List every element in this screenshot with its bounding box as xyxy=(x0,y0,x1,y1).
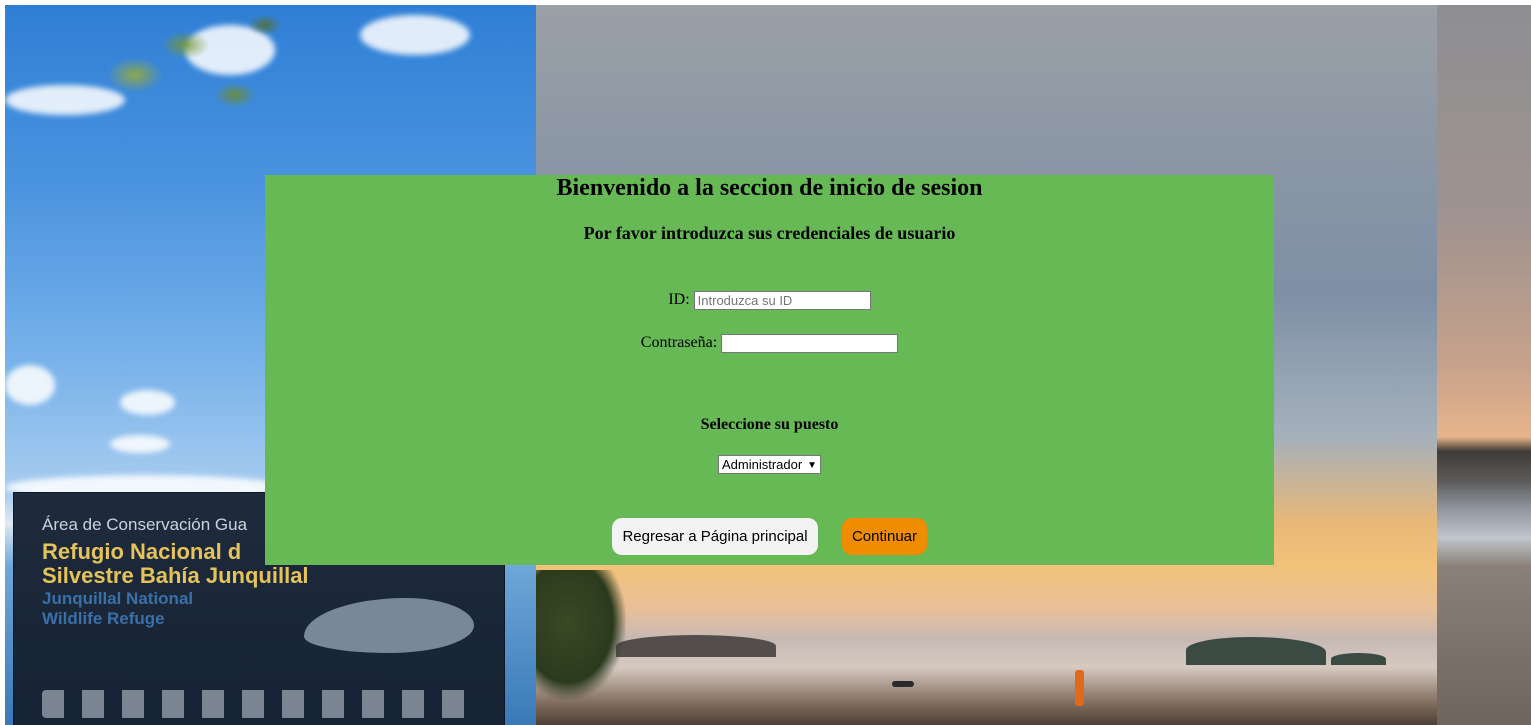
id-input[interactable] xyxy=(693,291,871,310)
person-silhouette xyxy=(1075,670,1084,706)
tree-silhouette xyxy=(536,570,626,700)
island-silhouette xyxy=(1186,637,1326,665)
sign-text-line1: Área de Conservación Gua xyxy=(42,515,248,534)
sign-text-line5: Wildlife Refuge xyxy=(42,609,165,628)
password-row: Contraseña: xyxy=(265,334,1274,353)
sign-text-line2: Refugio Nacional d xyxy=(42,539,242,564)
role-select[interactable]: Administrador ▼ xyxy=(718,455,821,474)
role-select-value: Administrador xyxy=(722,457,803,472)
password-input[interactable] xyxy=(721,334,899,353)
tree-branch-decoration xyxy=(75,5,305,155)
background-photo-right xyxy=(1437,5,1531,725)
id-row: ID: xyxy=(265,291,1274,310)
island-silhouette xyxy=(616,635,776,657)
login-form: Bienvenido a la seccion de inicio de ses… xyxy=(265,175,1274,565)
sign-text-line4: Junquillal National xyxy=(42,589,194,608)
island-silhouette xyxy=(1331,653,1386,665)
id-label: ID: xyxy=(668,291,690,309)
sign-logos xyxy=(42,690,482,718)
continue-button[interactable]: Continuar xyxy=(842,518,927,555)
page-subtitle: Por favor introduzca sus credenciales de… xyxy=(583,223,956,243)
chevron-down-icon: ▼ xyxy=(807,460,817,471)
role-label: Seleccione su puesto xyxy=(700,416,839,433)
page-title: Bienvenido a la seccion de inicio de ses… xyxy=(556,175,983,201)
boat-silhouette xyxy=(892,681,914,687)
page: Área de Conservación Gua Refugio Naciona… xyxy=(0,0,1531,725)
back-to-home-button[interactable]: Regresar a Página principal xyxy=(612,518,818,555)
sign-text-line3: Silvestre Bahía Junquillal xyxy=(42,563,309,588)
password-label: Contraseña: xyxy=(640,334,718,352)
whale-illustration xyxy=(304,598,474,653)
